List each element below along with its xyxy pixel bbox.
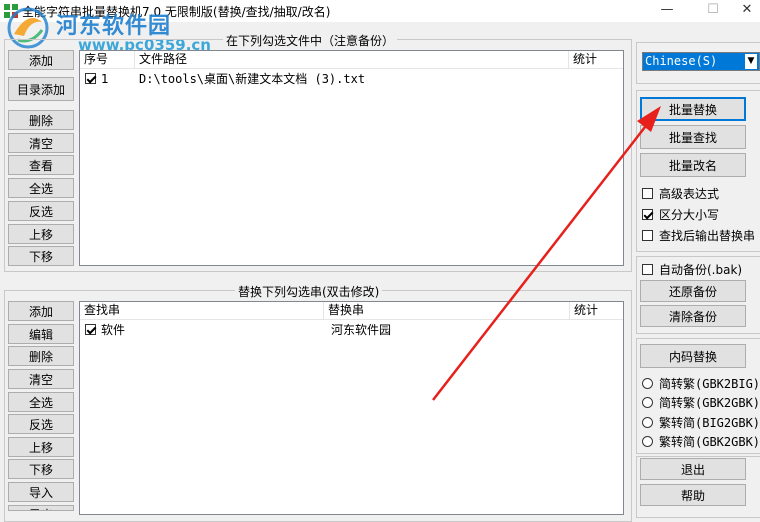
file-list[interactable]: 序号 文件路径 统计 1 D:\tools\桌面\新建文本文档 (3).txt bbox=[79, 50, 624, 266]
clear-files-button[interactable]: 清空 bbox=[8, 133, 74, 153]
view-file-button[interactable]: 查看 bbox=[8, 155, 74, 175]
minimize-button[interactable]: — bbox=[644, 0, 690, 22]
output-after-find-label: 查找后输出替换串 bbox=[659, 229, 756, 243]
gbk2gbk-t2s-label: 繁转简(GBK2GBK) bbox=[659, 435, 760, 449]
restore-backup-button[interactable]: 还原备份 bbox=[640, 280, 746, 302]
column-replace[interactable]: 替换串 bbox=[324, 302, 570, 319]
add-file-button[interactable]: 添加 bbox=[8, 50, 74, 70]
row-checkbox[interactable] bbox=[85, 324, 96, 335]
invert-pairs-button[interactable]: 反选 bbox=[8, 414, 74, 434]
window-title: 全能字符串批量替换机7.0 无限制版(替换/查找/抽取/改名) bbox=[22, 5, 331, 19]
replace-list-header: 查找串 替换串 统计 bbox=[80, 302, 623, 320]
big2gbk-radio[interactable] bbox=[642, 417, 653, 428]
batch-rename-button[interactable]: 批量改名 bbox=[640, 153, 746, 177]
batch-find-button[interactable]: 批量查找 bbox=[640, 125, 746, 149]
row-find-string: 软件 bbox=[101, 323, 126, 337]
row-index: 1 bbox=[101, 72, 109, 86]
select-all-pairs-button[interactable]: 全选 bbox=[8, 392, 74, 412]
clear-pairs-button[interactable]: 清空 bbox=[8, 369, 74, 389]
help-button[interactable]: 帮助 bbox=[640, 484, 746, 506]
file-list-header: 序号 文件路径 统计 bbox=[80, 51, 623, 69]
encode-replace-button[interactable]: 内码替换 bbox=[640, 344, 746, 368]
chevron-down-icon[interactable]: ▼ bbox=[745, 54, 757, 69]
row-checkbox[interactable] bbox=[85, 73, 96, 84]
column-find[interactable]: 查找串 bbox=[80, 302, 324, 319]
column-count[interactable]: 统计 bbox=[570, 302, 623, 319]
language-select[interactable]: Chinese(S) ▼ bbox=[642, 52, 760, 71]
close-button[interactable]: ✕ bbox=[734, 0, 760, 22]
auto-backup-label: 自动备份(.bak) bbox=[659, 263, 743, 277]
match-case-checkbox[interactable] bbox=[642, 209, 653, 220]
regex-label: 高级表达式 bbox=[659, 187, 720, 201]
gbk2gbk-t2s-radio[interactable] bbox=[642, 436, 653, 447]
row-file-path: D:\tools\桌面\新建文本文档 (3).txt bbox=[139, 72, 366, 86]
batch-replace-button[interactable]: 批量替换 bbox=[640, 97, 746, 121]
add-pair-button[interactable]: 添加 bbox=[8, 301, 74, 321]
column-count[interactable]: 统计 bbox=[569, 51, 623, 68]
delete-pair-button[interactable]: 删除 bbox=[8, 346, 74, 366]
row-replace-string: 河东软件园 bbox=[331, 323, 392, 337]
column-index[interactable]: 序号 bbox=[80, 51, 135, 68]
gbk2gbk-s2t-radio[interactable] bbox=[642, 397, 653, 408]
output-after-find-checkbox[interactable] bbox=[642, 230, 653, 241]
app-icon bbox=[4, 4, 18, 18]
table-row[interactable]: 软件 河东软件园 bbox=[80, 321, 623, 339]
column-file-path[interactable]: 文件路径 bbox=[135, 51, 569, 68]
replace-group-title: 替换下列勾选串(双击修改) bbox=[235, 283, 383, 300]
replace-list[interactable]: 查找串 替换串 统计 软件 河东软件园 bbox=[79, 301, 624, 515]
regex-checkbox[interactable] bbox=[642, 188, 653, 199]
gbk2gbk-s2t-label: 简转繁(GBK2GBK) bbox=[659, 396, 760, 410]
select-all-files-button[interactable]: 全选 bbox=[8, 178, 74, 198]
table-row[interactable]: 1 D:\tools\桌面\新建文本文档 (3).txt bbox=[80, 70, 623, 88]
title-bar: 全能字符串批量替换机7.0 无限制版(替换/查找/抽取/改名) — ☐ ✕ bbox=[0, 0, 760, 22]
edit-pair-button[interactable]: 编辑 bbox=[8, 324, 74, 344]
maximize-button[interactable]: ☐ bbox=[690, 0, 736, 22]
gbk2big-label: 简转繁(GBK2BIG) bbox=[659, 377, 760, 391]
match-case-label: 区分大小写 bbox=[659, 208, 720, 222]
add-directory-button[interactable]: 目录添加 bbox=[8, 77, 74, 101]
exit-button[interactable]: 退出 bbox=[640, 458, 746, 480]
move-file-up-button[interactable]: 上移 bbox=[8, 224, 74, 244]
invert-files-button[interactable]: 反选 bbox=[8, 201, 74, 221]
move-pair-up-button[interactable]: 上移 bbox=[8, 437, 74, 457]
move-pair-down-button[interactable]: 下移 bbox=[8, 459, 74, 479]
big2gbk-label: 繁转简(BIG2GBK) bbox=[659, 416, 760, 430]
files-group-title: 在下列勾选文件中（注意备份） bbox=[223, 32, 398, 49]
gbk2big-radio[interactable] bbox=[642, 378, 653, 389]
auto-backup-checkbox[interactable] bbox=[642, 264, 653, 275]
import-button[interactable]: 导入 bbox=[8, 482, 74, 502]
clear-backup-button[interactable]: 清除备份 bbox=[640, 305, 746, 327]
delete-file-button[interactable]: 删除 bbox=[8, 110, 74, 130]
move-file-down-button[interactable]: 下移 bbox=[8, 246, 74, 266]
export-button[interactable]: 导出 bbox=[8, 505, 74, 511]
language-select-value: Chinese(S) bbox=[645, 54, 718, 68]
